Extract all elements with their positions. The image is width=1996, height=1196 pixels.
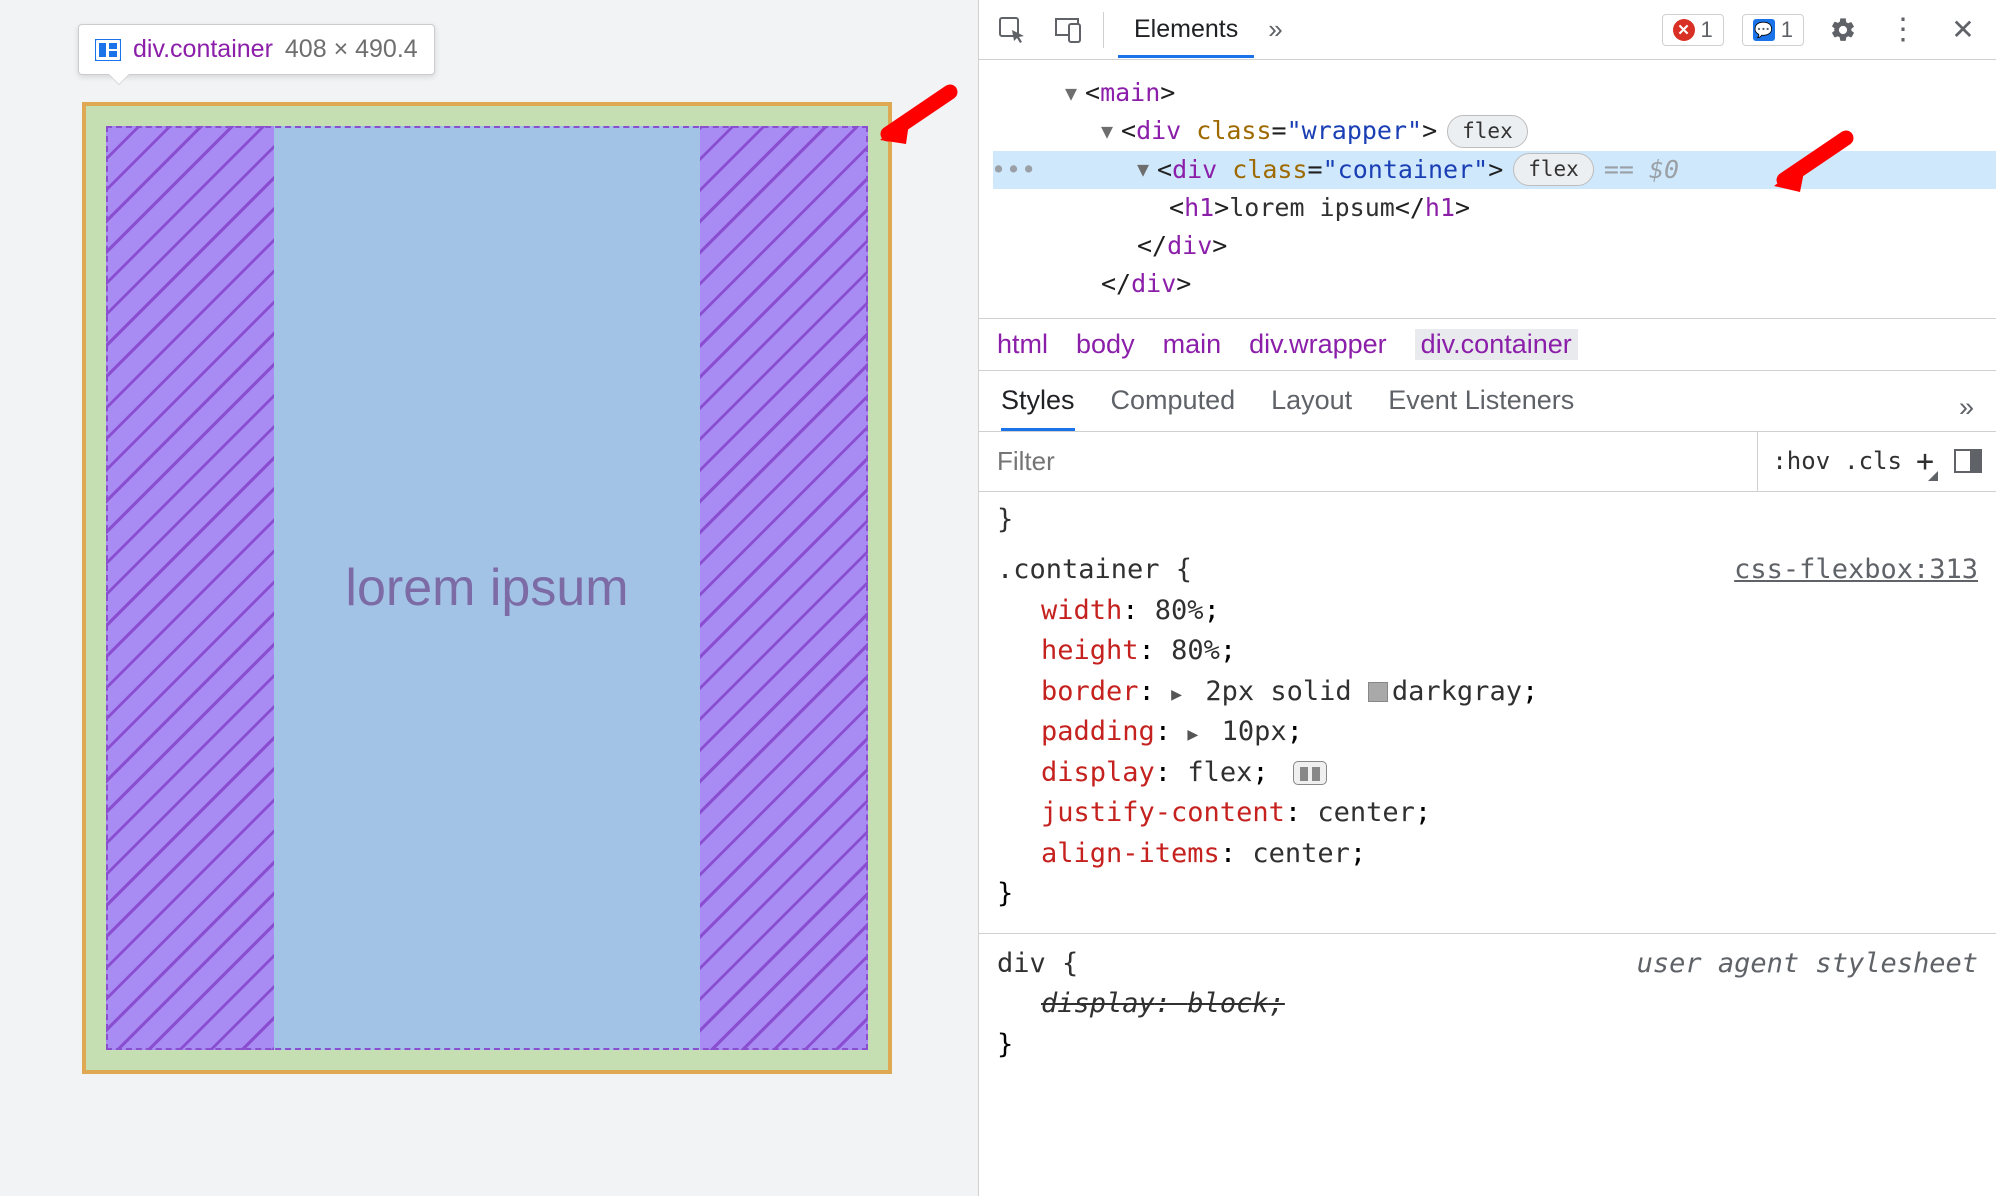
more-menu-button[interactable]: ⋮ — [1882, 9, 1924, 51]
breadcrumb-item[interactable]: div.wrapper — [1249, 329, 1387, 360]
flex-editor-icon[interactable] — [1293, 761, 1327, 785]
styles-filter-row: :hov .cls + — [979, 432, 1996, 492]
toolbar-right: ✕ 1 💬 1 ⋮ ✕ — [1662, 9, 1985, 51]
tooltip-tag: div — [133, 35, 163, 63]
rule-source-ua: user agent stylesheet — [1637, 944, 1978, 985]
dom-tag: div — [1136, 113, 1181, 149]
color-swatch[interactable] — [1368, 682, 1388, 702]
inspector-tooltip: div.container 408 × 490.4 — [78, 24, 435, 75]
more-tabs-chevron-icon[interactable]: » — [1268, 14, 1282, 45]
dom-tag: main — [1100, 75, 1160, 111]
hov-toggle[interactable]: :hov — [1772, 447, 1830, 475]
highlight-padding: lorem ipsum — [86, 106, 888, 1070]
cls-toggle[interactable]: .cls — [1844, 447, 1902, 475]
tab-elements[interactable]: Elements — [1118, 1, 1254, 58]
more-tabs-chevron-icon[interactable]: » — [1959, 392, 1974, 423]
dom-tag: h1 — [1425, 190, 1455, 226]
breadcrumb-item[interactable]: main — [1163, 329, 1222, 360]
toolbar-divider — [1103, 12, 1104, 48]
css-decl[interactable]: padding: ▶ 10px; — [997, 712, 1978, 753]
dom-attr: class — [1232, 152, 1307, 188]
css-decl[interactable]: display: flex; — [997, 753, 1978, 794]
highlight-content-row: lorem ipsum — [106, 126, 868, 1050]
annotation-arrow-left — [880, 84, 960, 159]
inspected-element-highlight: lorem ipsum — [82, 102, 892, 1074]
error-count: 1 — [1701, 17, 1713, 43]
preview-text: lorem ipsum — [345, 558, 628, 618]
devtools-toolbar: Elements » ✕ 1 💬 1 ⋮ ✕ — [979, 0, 1996, 60]
breadcrumb-item[interactable]: html — [997, 329, 1048, 360]
inspect-element-button[interactable] — [991, 9, 1033, 51]
css-decl-overridden[interactable]: display: block; — [997, 984, 1978, 1025]
flex-badge[interactable]: flex — [1447, 115, 1528, 147]
css-decl[interactable]: height: 80%; — [997, 631, 1978, 672]
tooltip-selector: div.container — [133, 35, 273, 64]
dom-node-close-div-2[interactable]: </div> — [993, 265, 1996, 303]
dom-tag: div — [1172, 152, 1217, 188]
page-preview: div.container 408 × 490.4 lorem ipsum — [0, 0, 978, 1196]
css-rule-container[interactable]: css-flexbox:313 .container { width: 80%;… — [997, 550, 1978, 915]
css-decl[interactable]: width: 80%; — [997, 591, 1978, 632]
styles-tools: :hov .cls + — [1757, 432, 1996, 491]
toggle-sidebar-icon[interactable] — [1954, 449, 1982, 473]
tab-event-listeners[interactable]: Event Listeners — [1388, 385, 1574, 431]
dom-attr-value: "container" — [1323, 152, 1489, 188]
tab-styles[interactable]: Styles — [1001, 385, 1075, 431]
new-rule-button[interactable]: + — [1916, 444, 1940, 479]
css-decl[interactable]: justify-content: center; — [997, 793, 1978, 834]
error-icon: ✕ — [1673, 19, 1695, 41]
breadcrumb: html body main div.wrapper div.container — [979, 318, 1996, 371]
annotation-arrow-right — [1766, 130, 1856, 205]
settings-button[interactable] — [1822, 9, 1864, 51]
tab-computed[interactable]: Computed — [1111, 385, 1236, 431]
css-rule-ua[interactable]: user agent stylesheet div { display: blo… — [997, 944, 1978, 1066]
breadcrumb-item-active[interactable]: div.container — [1415, 329, 1578, 360]
ellipsis-icon[interactable]: ••• — [991, 152, 1036, 188]
styles-filter-input[interactable] — [979, 432, 1757, 491]
tooltip-dimensions: 408 × 490.4 — [285, 35, 418, 64]
rule-source-link[interactable]: css-flexbox:313 — [1734, 550, 1978, 591]
styles-rules: } css-flexbox:313 .container { width: 80… — [979, 492, 1996, 1124]
highlight-content: lorem ipsum — [274, 126, 700, 1050]
css-decl[interactable]: align-items: center; — [997, 834, 1978, 875]
dom-tag: h1 — [1184, 190, 1214, 226]
message-icon: 💬 — [1753, 19, 1775, 41]
dom-tag: div — [1131, 266, 1176, 302]
info-badge[interactable]: 💬 1 — [1742, 14, 1804, 46]
css-decl[interactable]: border: ▶ 2px solid darkgray; — [997, 672, 1978, 713]
info-count: 1 — [1781, 17, 1793, 43]
dom-tag: div — [1167, 228, 1212, 264]
tooltip-class: .container — [163, 35, 273, 63]
breadcrumb-item[interactable]: body — [1076, 329, 1135, 360]
rule-separator — [979, 933, 1996, 934]
styles-tabs: Styles Computed Layout Event Listeners » — [979, 371, 1996, 432]
tab-layout[interactable]: Layout — [1271, 385, 1352, 431]
dom-attr-value: "wrapper" — [1287, 113, 1422, 149]
highlight-flex-gap-left — [106, 126, 274, 1050]
rule-close-brace: } — [997, 1025, 1978, 1066]
flex-grid-icon — [95, 39, 121, 61]
dom-attr: class — [1196, 113, 1271, 149]
dom-node-main[interactable]: ▼<main> — [993, 74, 1996, 112]
console-reference: == $0 — [1604, 152, 1679, 188]
dom-node-close-div[interactable]: </div> — [993, 227, 1996, 265]
rule-close-brace: } — [997, 874, 1978, 915]
device-toolbar-button[interactable] — [1047, 9, 1089, 51]
flex-badge[interactable]: flex — [1513, 153, 1594, 185]
dom-text: lorem ipsum — [1229, 190, 1395, 226]
highlight-flex-gap-right — [700, 126, 868, 1050]
error-badge[interactable]: ✕ 1 — [1662, 14, 1724, 46]
close-devtools-button[interactable]: ✕ — [1942, 9, 1984, 51]
